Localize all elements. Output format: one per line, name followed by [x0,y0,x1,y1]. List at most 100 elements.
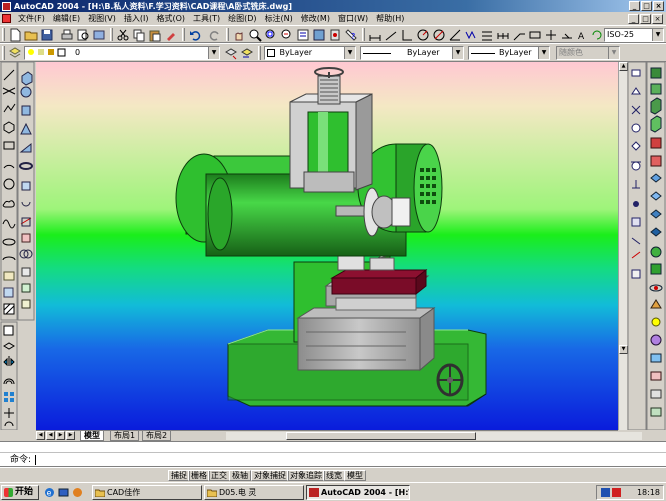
view-top-icon[interactable] [650,67,662,79]
dim-style-select[interactable]: ISO-25 ▼ [604,28,664,42]
design-center-icon[interactable] [312,28,326,42]
mediaplayer-quicklaunch-icon[interactable] [72,487,83,498]
menu-file[interactable]: 文件(F) [14,12,49,25]
dim-linear-icon[interactable] [368,28,382,42]
chevron-down-icon[interactable]: ▼ [208,47,219,59]
materials-icon[interactable] [650,334,662,346]
snap-settings-icon[interactable] [631,269,641,279]
cut-icon[interactable] [116,28,130,42]
setup-drawing-icon[interactable] [21,267,31,277]
undo-icon[interactable] [188,28,202,42]
publish-icon[interactable] [92,28,106,42]
scene-icon[interactable] [650,353,662,363]
dim-baseline-icon[interactable] [480,28,494,42]
linetype-select[interactable]: ByLayer ▼ [360,46,464,60]
center-mark-icon[interactable] [544,28,558,42]
start-button[interactable]: 开始 [1,485,39,500]
task-d05[interactable]: D05.电 灵 [204,485,304,500]
snap-node-icon[interactable] [633,201,639,207]
pan-realtime-icon[interactable] [232,28,246,42]
chevron-down-icon[interactable]: ▼ [344,47,355,59]
dim-diameter-icon[interactable] [432,28,446,42]
make-block-icon[interactable] [3,287,14,298]
background-icon[interactable] [650,371,662,381]
leader-icon[interactable] [512,28,526,42]
shade-gouraud-icon[interactable] [650,246,662,258]
menu-format[interactable]: 格式(O) [152,12,189,25]
snap-insertion-icon[interactable] [631,217,641,227]
plot-style-select[interactable]: 随颜色 ▼ [556,46,620,60]
menu-window[interactable]: 窗口(W) [334,12,372,25]
section-icon[interactable] [21,233,31,243]
menu-view[interactable]: 视图(V) [84,12,120,25]
menu-dimension[interactable]: 标注(N) [261,12,297,25]
dim-text-edit-icon[interactable]: A [576,28,590,42]
status-model[interactable]: 模型 [344,470,366,481]
view-right-icon[interactable] [650,115,662,133]
horizontal-scroll-thumb[interactable] [286,432,476,440]
prev-tab-button[interactable]: ◀ [46,431,55,440]
drawing-viewport[interactable] [36,62,618,430]
menu-modify[interactable]: 修改(M) [297,12,334,25]
view-back-icon[interactable] [650,155,662,167]
ie-quicklaunch-icon[interactable]: e [44,487,55,498]
chevron-down-icon[interactable]: ▼ [538,47,549,59]
layer-previous-icon[interactable] [240,46,254,60]
match-properties-icon[interactable] [164,28,178,42]
cylinder-icon[interactable] [21,105,31,116]
menu-edit[interactable]: 编辑(E) [49,12,84,25]
tab-layout1[interactable]: 布局1 [110,431,140,441]
dim-update-icon[interactable] [590,28,604,42]
tolerance-icon[interactable] [528,28,542,42]
status-grid[interactable]: 栅格 [188,470,210,481]
dim-angular-icon[interactable] [448,28,462,42]
properties-icon[interactable] [296,28,310,42]
antivirus-icon[interactable] [612,488,621,497]
view-front-icon[interactable] [650,137,662,149]
help-icon[interactable]: ? [344,28,358,42]
chevron-down-icon[interactable]: ▼ [452,47,463,59]
shade-flat-icon[interactable] [650,263,662,275]
zoom-window-icon[interactable] [264,28,278,42]
minimize-button[interactable]: _ [629,1,640,11]
view-left-icon[interactable] [650,97,662,115]
command-line[interactable]: 命令: [0,452,666,467]
last-tab-button[interactable]: ▶ [66,431,75,440]
copy-icon[interactable] [132,28,146,42]
color-select[interactable]: ByLayer ▼ [264,46,356,60]
sphere-icon[interactable] [20,86,32,98]
task-autocad[interactable]: AutoCAD 2004 - [H:\... [306,485,410,500]
snap-endpoint-icon[interactable] [631,69,641,77]
first-tab-button[interactable]: ◀ [36,431,45,440]
menu-draw[interactable]: 绘图(D) [224,12,260,25]
chevron-down-icon[interactable]: ▼ [608,47,619,59]
status-lineweight[interactable]: 线宽 [323,470,345,481]
dim-ordinate-icon[interactable] [400,28,414,42]
status-otrack[interactable]: 对象追踪 [287,470,325,481]
extrude-icon[interactable] [21,181,31,191]
paste-icon[interactable] [148,28,162,42]
make-object-layer-current-icon[interactable] [224,46,238,60]
menu-insert[interactable]: 插入(I) [120,12,153,25]
status-polar[interactable]: 极轴 [229,470,251,481]
next-tab-button[interactable]: ▶ [56,431,65,440]
doc-close-button[interactable]: × [652,13,663,24]
task-cad-showcase[interactable]: CAD佳作 [92,485,202,500]
layer-select[interactable]: 0 ▼ [24,46,220,60]
print-preview-icon[interactable] [76,28,90,42]
lineweight-select[interactable]: ByLayer ▼ [468,46,550,60]
menu-help[interactable]: 帮助(H) [372,12,408,25]
snap-tangent-icon[interactable] [631,161,641,171]
print-icon[interactable] [60,28,74,42]
insert-block-icon[interactable] [3,271,15,281]
drawing-document-icon[interactable] [2,14,11,23]
vertical-scrollbar[interactable]: ▲ ▼ [618,62,628,430]
status-ortho[interactable]: 正交 [208,470,230,481]
chevron-down-icon[interactable]: ▼ [652,29,663,41]
save-icon[interactable] [40,28,54,42]
tab-layout2[interactable]: 布局2 [142,431,172,441]
tool-palettes-icon[interactable] [328,28,342,42]
zoom-realtime-icon[interactable] [248,28,262,42]
setup-profile-icon[interactable] [21,299,31,309]
statistics-icon[interactable] [650,407,662,417]
